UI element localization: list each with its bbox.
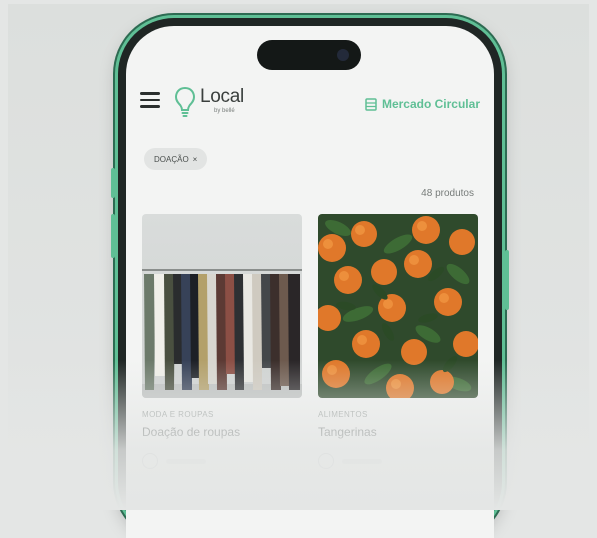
lightbulb-icon [174,86,196,117]
phone-mockup: Local by bellé Mercado Circular DOAÇÃO ×… [111,18,509,538]
product-meta [318,453,478,469]
product-meta [142,453,302,469]
product-category: MODA E ROUPAS [142,410,214,419]
phone-screen: Local by bellé Mercado Circular DOAÇÃO ×… [126,26,494,538]
phone-volume-button-2 [111,214,115,258]
product-title: Doação de roupas [142,425,241,439]
user-icon [142,453,158,469]
filter-chip-donation[interactable]: DOAÇÃO × [144,148,208,170]
filter-chip-label: DOAÇÃO [154,154,189,164]
product-card[interactable]: MODA E ROUPAS Doação de roupas [142,214,302,469]
user-icon [318,453,334,469]
phone-power-button [505,250,509,310]
phone-volume-button [111,168,115,198]
result-count: 48 produtos [421,188,474,199]
logo-subtitle: by bellé [214,108,235,114]
camera-icon [337,49,349,61]
product-image-clothes [142,214,302,398]
product-category: ALIMENTOS [318,410,368,419]
close-icon[interactable]: × [193,155,198,164]
market-label: Mercado Circular [381,97,480,111]
app-header: Local by bellé Mercado Circular [126,82,494,126]
logo-name: Local [200,86,244,107]
menu-icon[interactable] [140,92,160,108]
market-link[interactable]: Mercado Circular [365,94,480,114]
product-title: Tangerinas [318,425,377,439]
product-card[interactable]: ALIMENTOS Tangerinas [318,214,478,469]
storefront-icon [365,97,377,111]
dynamic-island [257,40,361,70]
product-image-tangerines [318,214,478,398]
